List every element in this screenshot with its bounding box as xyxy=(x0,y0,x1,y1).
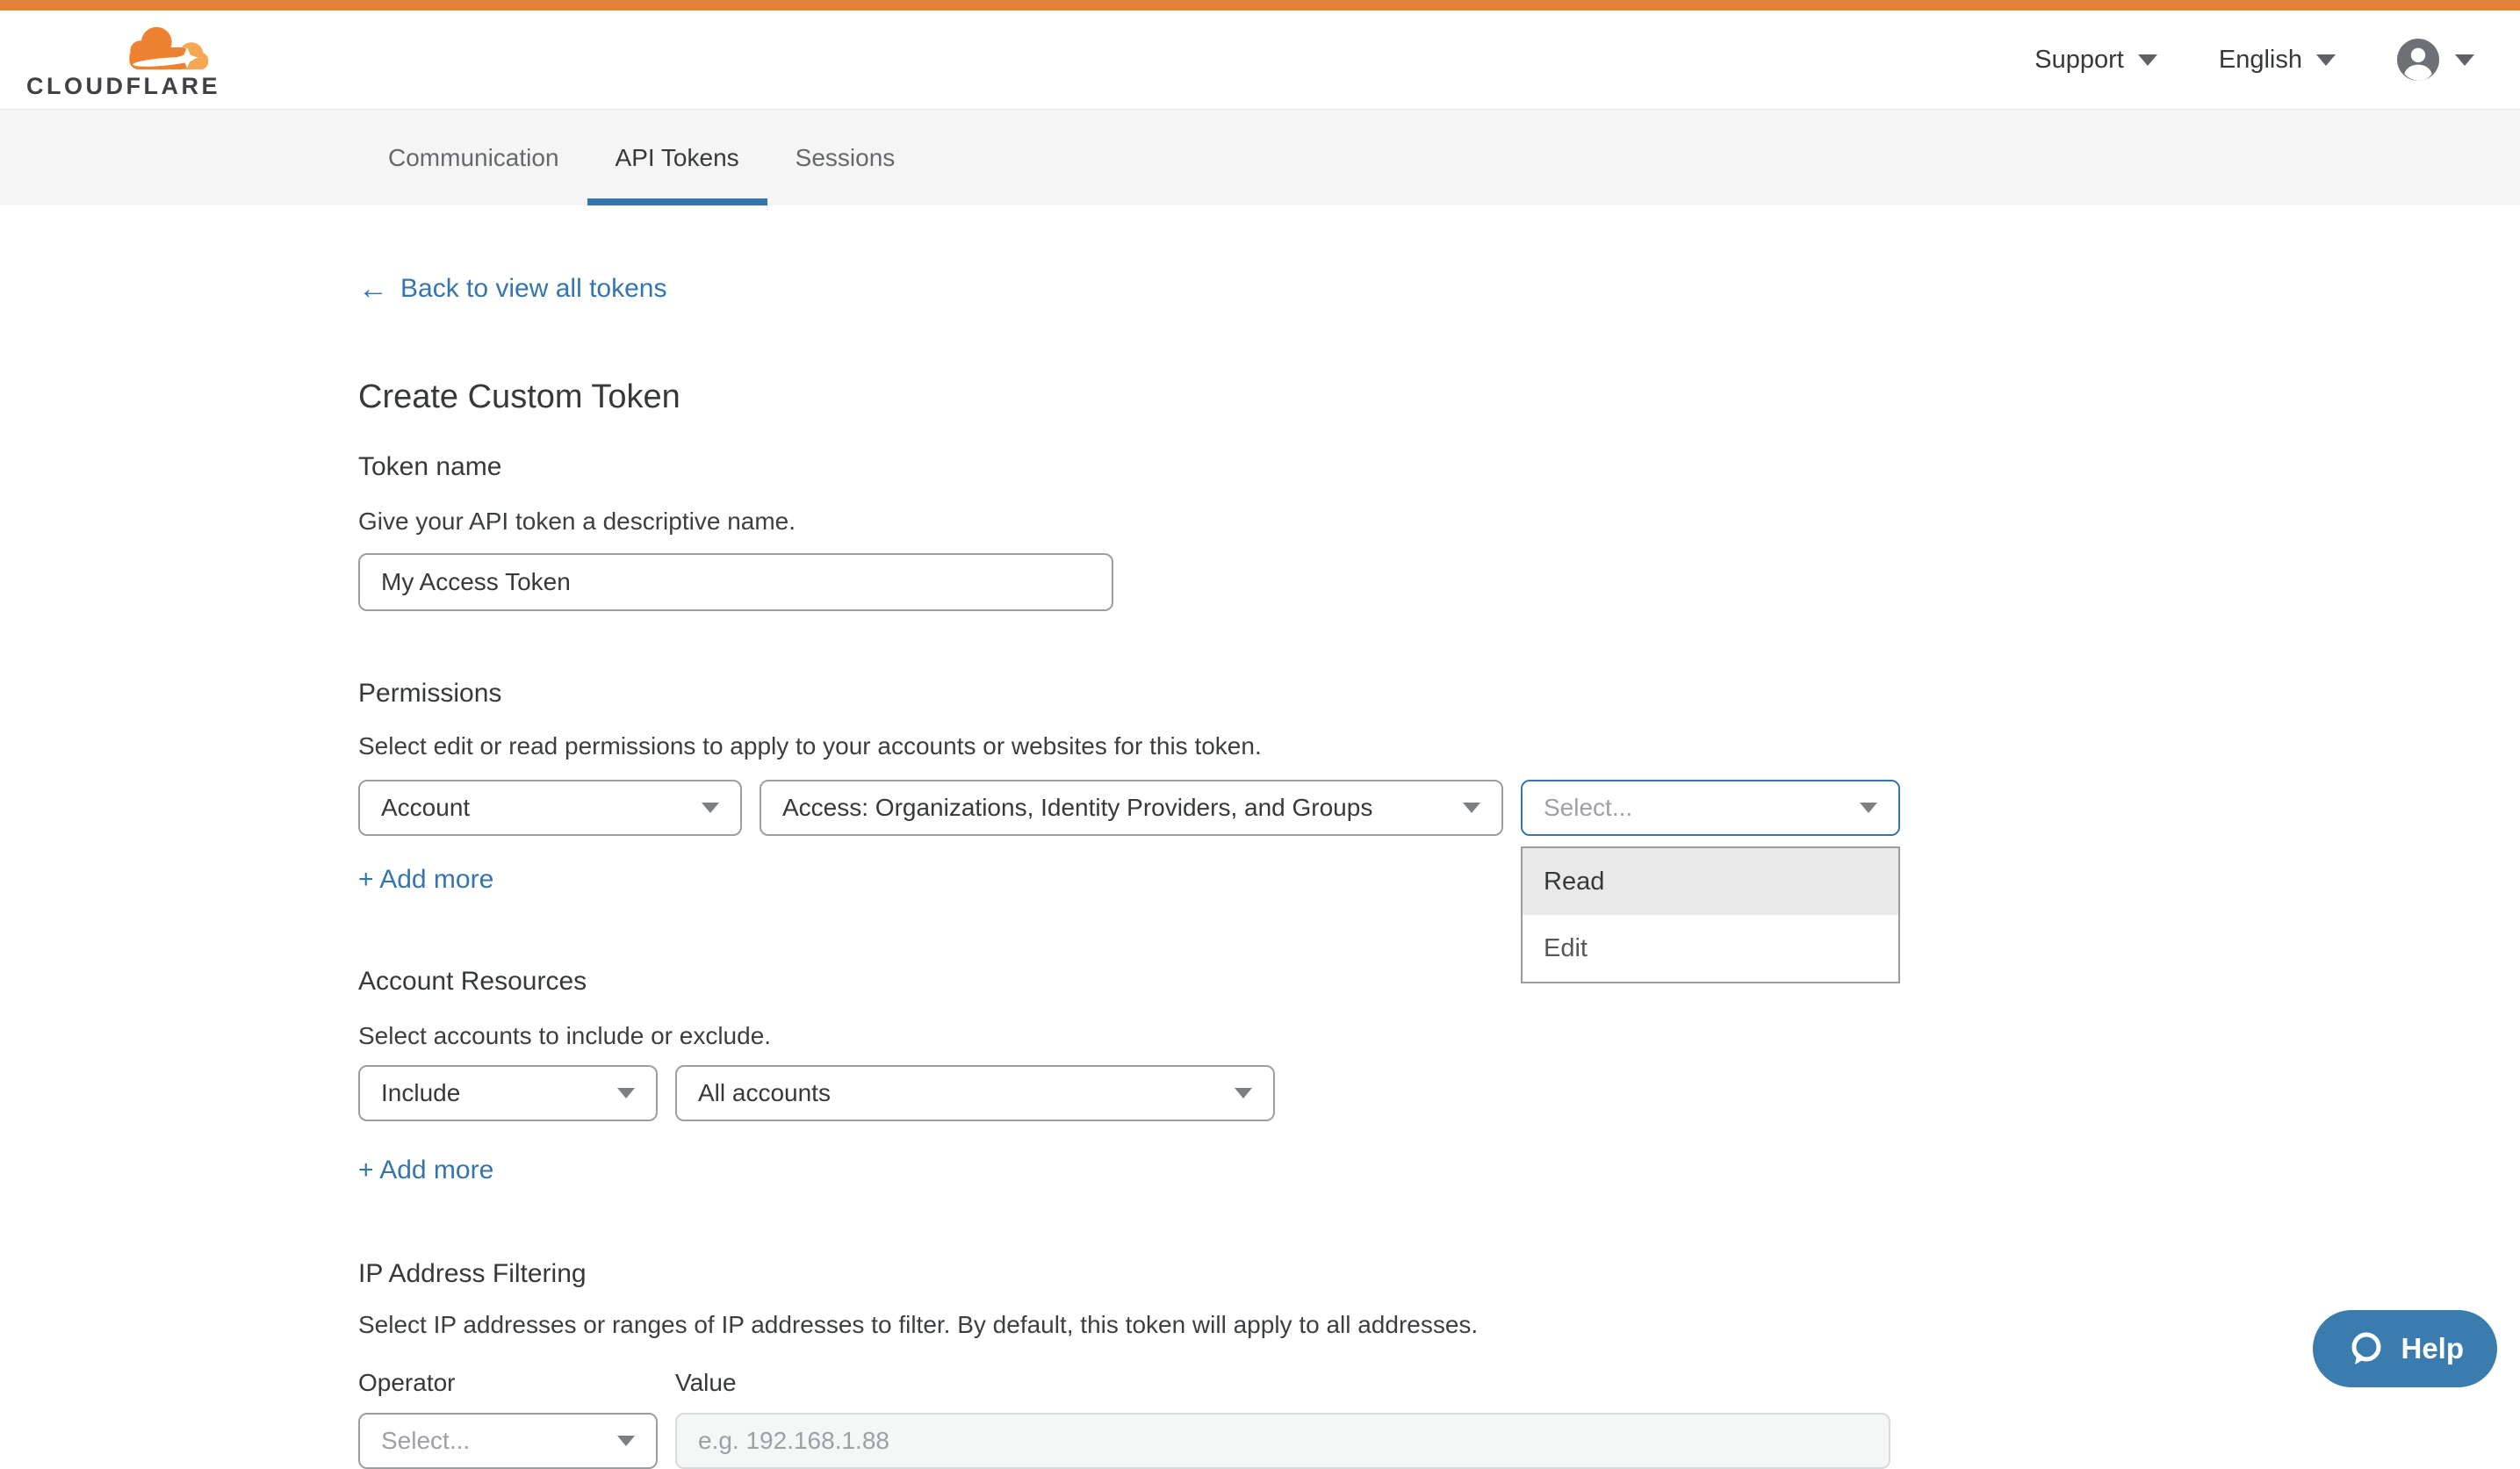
resource-accounts-select[interactable]: All accounts xyxy=(675,1065,1275,1121)
menu-option-read[interactable]: Read xyxy=(1523,848,1898,915)
permission-access-dropdown: Select... Read Edit xyxy=(1521,780,1900,836)
support-menu[interactable]: Support xyxy=(2034,46,2157,75)
token-name-input[interactable] xyxy=(358,553,1113,611)
support-label: Support xyxy=(2034,46,2124,75)
help-button[interactable]: Help xyxy=(2313,1310,2497,1387)
permissions-description: Select edit or read permissions to apply… xyxy=(358,731,2520,762)
permissions-add-more-link[interactable]: + Add more xyxy=(358,864,493,896)
menu-option-edit[interactable]: Edit xyxy=(1523,915,1898,982)
ip-filter-row: Select... xyxy=(358,1413,2520,1469)
ip-operator-select[interactable]: Select... xyxy=(358,1413,658,1469)
cloudflare-wordmark: CLOUDFLARE xyxy=(26,75,220,98)
resource-mode-select[interactable]: Include xyxy=(358,1065,658,1121)
page-title: Create Custom Token xyxy=(358,378,2520,418)
permission-group-value: Access: Organizations, Identity Provider… xyxy=(782,794,1372,822)
chevron-down-icon xyxy=(702,803,719,813)
chevron-down-icon xyxy=(1463,803,1480,813)
cloudflare-cloud-icon xyxy=(110,22,217,73)
chevron-down-icon xyxy=(1860,803,1877,813)
value-label: Value xyxy=(675,1369,737,1397)
account-resources-description: Select accounts to include or exclude. xyxy=(358,1020,2520,1052)
chat-bubble-icon xyxy=(2346,1329,2385,1368)
permissions-row: Account Access: Organizations, Identity … xyxy=(358,780,2520,836)
operator-label: Operator xyxy=(358,1369,675,1397)
main-content: ← Back to view all tokens Create Custom … xyxy=(0,205,2520,1469)
header: CLOUDFLARE Support English xyxy=(0,11,2520,109)
permissions-heading: Permissions xyxy=(358,678,2520,709)
permission-group-select[interactable]: Access: Organizations, Identity Provider… xyxy=(760,780,1503,836)
account-resources-heading: Account Resources xyxy=(358,966,2520,997)
ip-filtering-heading: IP Address Filtering xyxy=(358,1258,2520,1290)
chevron-down-icon xyxy=(2455,54,2474,66)
resource-mode-value: Include xyxy=(381,1079,460,1107)
ip-filtering-description: Select IP addresses or ranges of IP addr… xyxy=(358,1309,2520,1341)
resource-accounts-value: All accounts xyxy=(698,1079,831,1107)
header-controls: Support English xyxy=(2034,39,2474,81)
ip-operator-placeholder: Select... xyxy=(381,1427,470,1455)
chevron-down-icon xyxy=(617,1088,635,1098)
tab-api-tokens[interactable]: API Tokens xyxy=(587,110,767,205)
permission-scope-value: Account xyxy=(381,794,470,822)
help-button-label: Help xyxy=(2401,1332,2464,1365)
permission-scope-select[interactable]: Account xyxy=(358,780,742,836)
language-menu[interactable]: English xyxy=(2219,46,2336,75)
chevron-down-icon xyxy=(617,1436,635,1446)
chevron-down-icon xyxy=(2316,54,2336,66)
tab-communication[interactable]: Communication xyxy=(360,110,587,205)
token-name-section: Token name Give your API token a descrip… xyxy=(358,451,2520,611)
language-label: English xyxy=(2219,46,2302,75)
token-name-description: Give your API token a descriptive name. xyxy=(358,506,2520,537)
tab-sessions[interactable]: Sessions xyxy=(767,110,924,205)
ip-value-input[interactable] xyxy=(675,1413,1890,1469)
back-link-label: Back to view all tokens xyxy=(400,274,666,304)
account-menu[interactable] xyxy=(2397,39,2474,81)
brand-color-bar xyxy=(0,0,2520,11)
profile-tabbar: Communication API Tokens Sessions xyxy=(0,109,2520,205)
chevron-down-icon xyxy=(2138,54,2157,66)
permissions-section: Permissions Select edit or read permissi… xyxy=(358,678,2520,896)
back-arrow-icon: ← xyxy=(358,274,388,304)
account-resources-add-more-link[interactable]: + Add more xyxy=(358,1155,493,1186)
ip-labels-row: Operator Value xyxy=(358,1369,2520,1397)
permission-access-menu: Read Edit xyxy=(1521,846,1900,983)
user-avatar-icon xyxy=(2397,39,2439,81)
back-to-tokens-link[interactable]: ← Back to view all tokens xyxy=(358,274,666,304)
permission-access-select[interactable]: Select... xyxy=(1521,780,1900,836)
account-resources-section: Account Resources Select accounts to inc… xyxy=(358,966,2520,1185)
token-name-heading: Token name xyxy=(358,451,2520,483)
permission-access-placeholder: Select... xyxy=(1544,794,1632,822)
ip-filtering-section: IP Address Filtering Select IP addresses… xyxy=(358,1258,2520,1469)
chevron-down-icon xyxy=(1235,1088,1252,1098)
account-resources-row: Include All accounts xyxy=(358,1065,2520,1121)
cloudflare-logo[interactable]: CLOUDFLARE xyxy=(26,22,220,98)
